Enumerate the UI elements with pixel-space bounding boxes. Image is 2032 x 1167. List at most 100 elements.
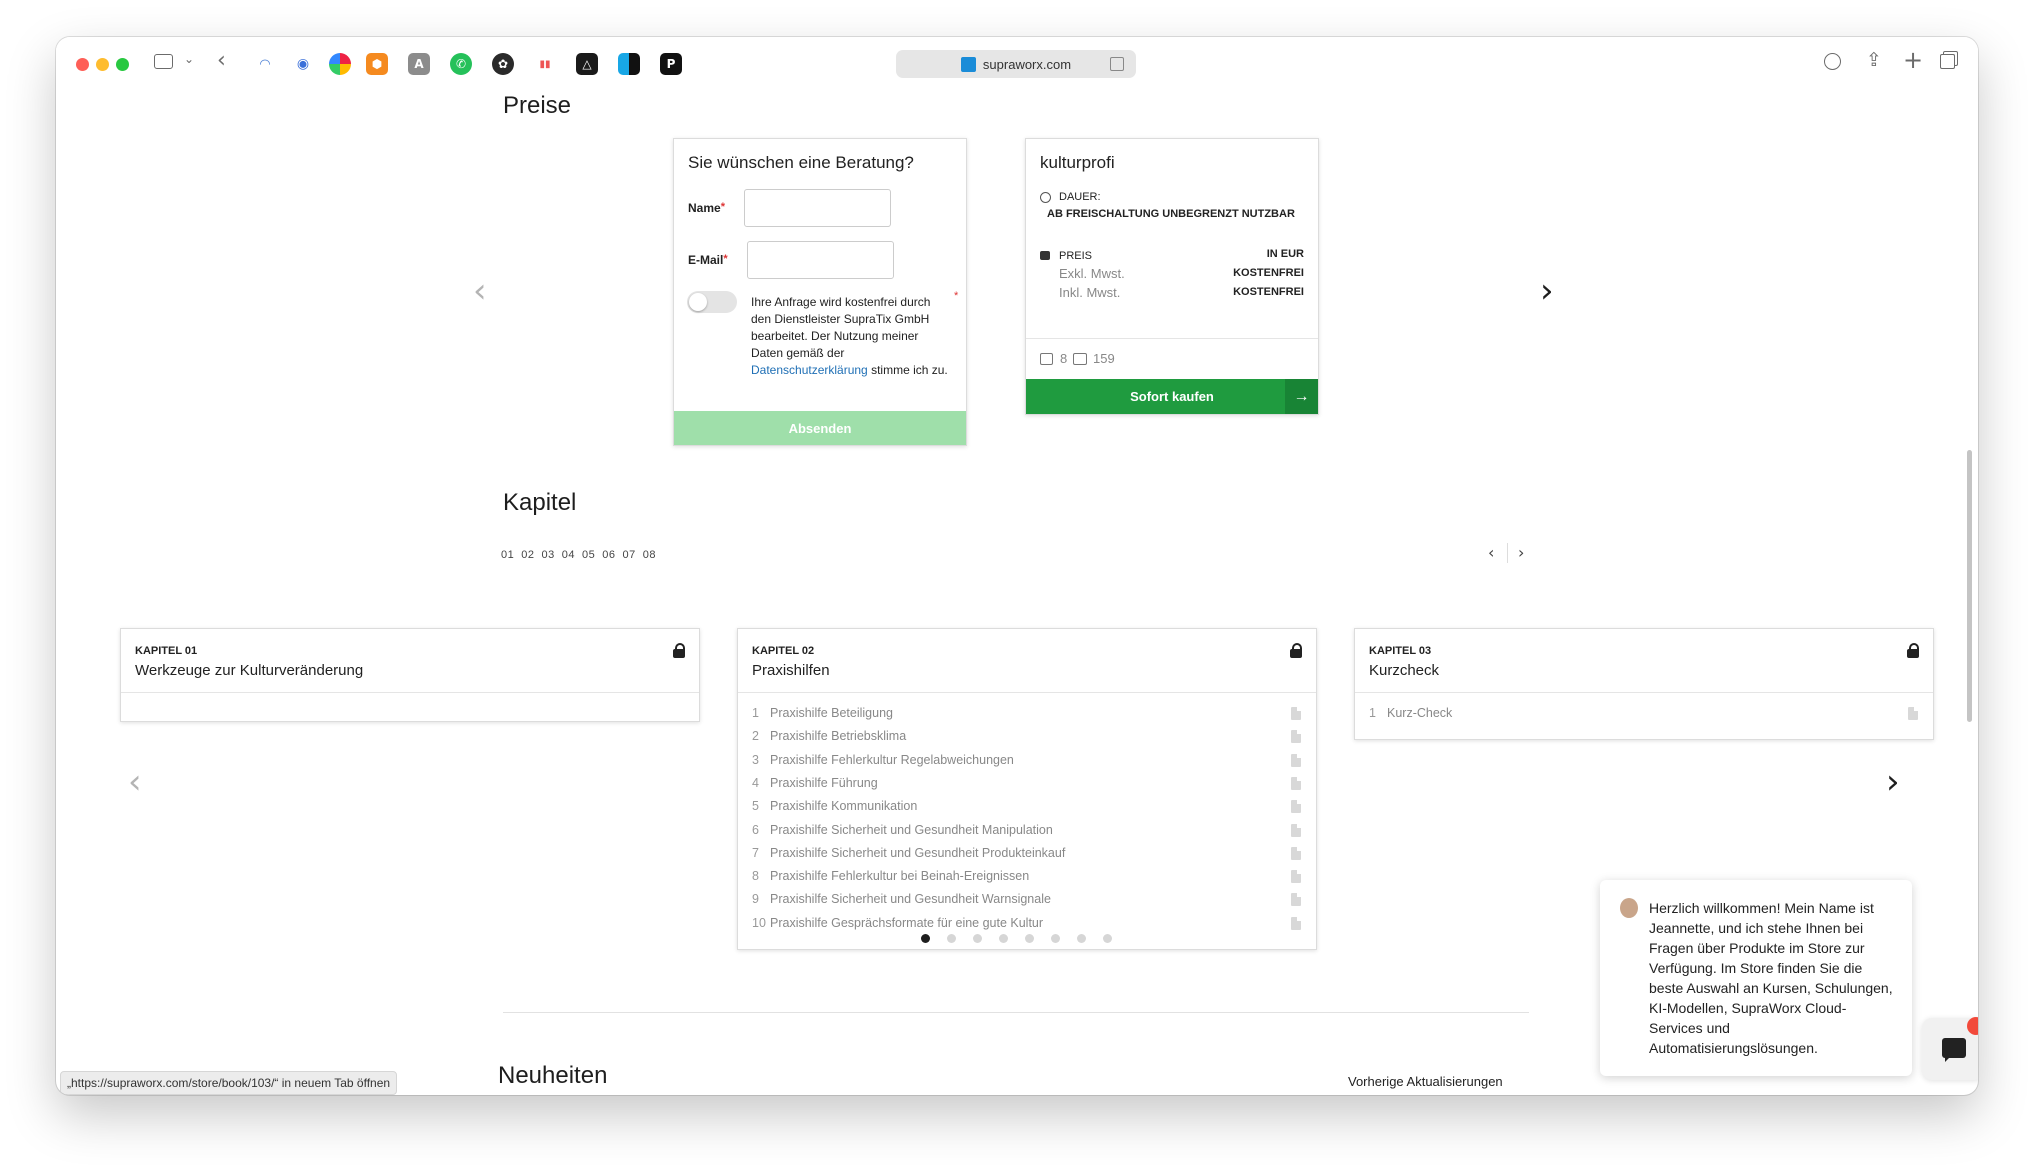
back-icon[interactable]: ‹ <box>217 48 226 73</box>
chapter-number-link[interactable]: 07 <box>623 549 636 561</box>
form-title: Sie wünschen eine Beratung? <box>688 153 914 172</box>
split-extension-icon[interactable] <box>618 53 640 75</box>
page-scrollbar[interactable] <box>1967 450 1972 722</box>
arrow-right-icon: → <box>1285 379 1318 414</box>
carousel-dot[interactable] <box>999 934 1008 943</box>
address-bar[interactable]: supraworx.com <box>896 50 1136 78</box>
chapter-nav-next-icon[interactable]: › <box>1518 543 1524 562</box>
pdf-file-icon <box>1291 800 1301 814</box>
chapter-card-03[interactable]: KAPITEL 03 Kurzcheck 1 Kurz-Check <box>1354 628 1934 740</box>
rss-extension-icon[interactable]: ◠ <box>254 53 276 75</box>
coins-icon <box>1040 251 1050 260</box>
reader-icon[interactable] <box>1110 57 1124 71</box>
share-icon[interactable]: ⇪ <box>1866 49 1882 71</box>
chapter-title: Kurzcheck <box>1369 662 1440 679</box>
chapter-number-link[interactable]: 04 <box>562 549 575 561</box>
item-title: Praxishilfe Gesprächsformate für eine gu… <box>770 915 1044 930</box>
carousel-dot[interactable] <box>1025 934 1034 943</box>
close-window-button[interactable] <box>76 58 89 71</box>
item-title: Praxishilfe Beteiligung <box>770 706 893 720</box>
name-label: Name* <box>688 201 725 215</box>
incl-vat-label: Inkl. Mwst. <box>1059 285 1121 300</box>
chapter-item[interactable]: 6 Praxishilfe Sicherheit und Gesundheit M… <box>752 820 1302 840</box>
chapters-next-arrow[interactable]: › <box>1886 765 1900 799</box>
prices-next-arrow[interactable]: › <box>1540 274 1554 308</box>
chapter-label: KAPITEL 01 <box>135 645 198 657</box>
previous-updates-link[interactable]: Vorherige Aktualisierungen <box>1348 1074 1503 1089</box>
buy-now-button[interactable]: Sofort kaufen → <box>1026 379 1318 414</box>
minimize-window-button[interactable] <box>96 58 109 71</box>
chapter-item[interactable]: 9 Praxishilfe Sicherheit und Gesundheit W… <box>752 889 1302 909</box>
chapter-item[interactable]: 5 Praxishilfe Kommunikation <box>752 796 1302 816</box>
carousel-dot[interactable] <box>947 934 956 943</box>
item-number: 9 <box>752 892 759 907</box>
chapter-item[interactable]: 1 Praxishilfe Beteiligung <box>752 703 1302 723</box>
duration-label: DAUER: <box>1059 191 1101 203</box>
tab-overview-icon[interactable] <box>1940 54 1955 69</box>
carousel-dot[interactable] <box>921 934 930 943</box>
chapter-title: Praxishilfen <box>752 662 830 679</box>
chapter-divider <box>121 692 699 693</box>
name-input[interactable] <box>744 189 891 227</box>
excl-vat-label: Exkl. Mwst. <box>1059 266 1125 281</box>
email-input[interactable] <box>747 241 894 279</box>
p-extension-icon[interactable]: P <box>660 53 682 75</box>
chapter-card-02[interactable]: KAPITEL 02 Praxishilfen 1 Praxishilfe Bet… <box>737 628 1317 950</box>
item-title: Praxishilfe Kommunikation <box>770 799 918 814</box>
prices-prev-arrow[interactable]: ‹ <box>473 274 487 308</box>
item-number: 6 <box>752 822 759 837</box>
chapter-item[interactable]: 2 Praxishilfe Betriebsklima <box>752 726 1302 746</box>
chapters-prev-arrow[interactable]: ‹ <box>128 765 142 799</box>
radar-extension-icon[interactable]: ◉ <box>292 53 314 75</box>
a-extension-icon[interactable]: A <box>408 53 430 75</box>
section-divider <box>503 1012 1529 1013</box>
chapter-number-link[interactable]: 06 <box>602 549 615 561</box>
lock-icon <box>1907 643 1919 658</box>
whatsapp-extension-icon[interactable]: ✆ <box>450 53 472 75</box>
triangle-extension-icon[interactable]: △ <box>576 53 598 75</box>
product-card: kulturprofi DAUER: AB FREISCHALTUNG UNBE… <box>1025 138 1319 415</box>
chapter-number-link[interactable]: 01 <box>501 549 514 561</box>
chapter-number-link[interactable]: 03 <box>542 549 555 561</box>
chat-welcome-bubble: Herzlich willkommen! Mein Name ist Jeann… <box>1600 880 1912 1076</box>
chapter-item[interactable]: 4 Praxishilfe Führung <box>752 773 1302 793</box>
chapter-nav-prev-icon[interactable]: ‹ <box>1488 543 1494 562</box>
browser-window: ⌄ ‹ ◠ ◉ ⬢ A ✆ ✿ ▮▮ △ P supraworx.com ⇪ +… <box>56 37 1978 1095</box>
buy-now-label: Sofort kaufen <box>1130 389 1214 404</box>
item-number: 2 <box>752 729 759 744</box>
zoom-window-button[interactable] <box>116 58 129 71</box>
browser-toolbar: ⌄ ‹ ◠ ◉ ⬢ A ✆ ✿ ▮▮ △ P supraworx.com ⇪ + <box>56 37 1978 89</box>
color-wheel-extension-icon[interactable] <box>329 53 351 75</box>
submit-button[interactable]: Absenden <box>674 411 966 445</box>
product-title: kulturprofi <box>1040 153 1115 172</box>
consent-text: Ihre Anfrage wird kostenfrei durch den D… <box>751 295 948 377</box>
carousel-dot[interactable] <box>1077 934 1086 943</box>
chapter-number-link[interactable]: 02 <box>521 549 534 561</box>
carousel-dot[interactable] <box>1051 934 1060 943</box>
chapter-item[interactable]: 3 Praxishilfe Fehlerkultur Regelabweichun… <box>752 750 1302 770</box>
chapter-number-link[interactable]: 08 <box>643 549 656 561</box>
sidebar-toggle-icon[interactable] <box>154 54 173 69</box>
pdf-file-icon <box>1291 707 1301 720</box>
privacy-policy-link[interactable]: Datenschutzerklärung <box>751 363 868 377</box>
new-tab-icon[interactable]: + <box>1903 46 1923 74</box>
chapter-item[interactable]: 10 Praxishilfe Gesprächsformate für eine … <box>752 913 1302 933</box>
consent-toggle[interactable] <box>687 291 737 313</box>
item-number: 1 <box>1369 706 1376 720</box>
openai-extension-icon[interactable]: ✿ <box>492 53 514 75</box>
chapter-item[interactable]: 1 Kurz-Check <box>1369 703 1919 723</box>
chapter-card-01[interactable]: KAPITEL 01 Werkzeuge zur Kulturveränderu… <box>120 628 700 722</box>
carousel-dot[interactable] <box>973 934 982 943</box>
chevron-down-icon[interactable]: ⌄ <box>184 52 194 66</box>
downloads-icon[interactable] <box>1824 53 1841 70</box>
clock-icon <box>1040 192 1051 203</box>
chapter-item[interactable]: 7 Praxishilfe Sicherheit und Gesundheit P… <box>752 843 1302 863</box>
chapter-item[interactable]: 8 Praxishilfe Fehlerkultur bei Beinah-Ere… <box>752 866 1302 886</box>
chart-extension-icon[interactable]: ▮▮ <box>534 53 556 75</box>
pdf-file-icon <box>1291 916 1301 930</box>
chapter-number-nav: 01 02 03 04 05 06 07 08 <box>501 549 663 561</box>
cube-extension-icon[interactable]: ⬢ <box>366 53 388 75</box>
chat-bubble-icon <box>1942 1038 1966 1058</box>
carousel-dot[interactable] <box>1103 934 1112 943</box>
chapter-number-link[interactable]: 05 <box>582 549 595 561</box>
